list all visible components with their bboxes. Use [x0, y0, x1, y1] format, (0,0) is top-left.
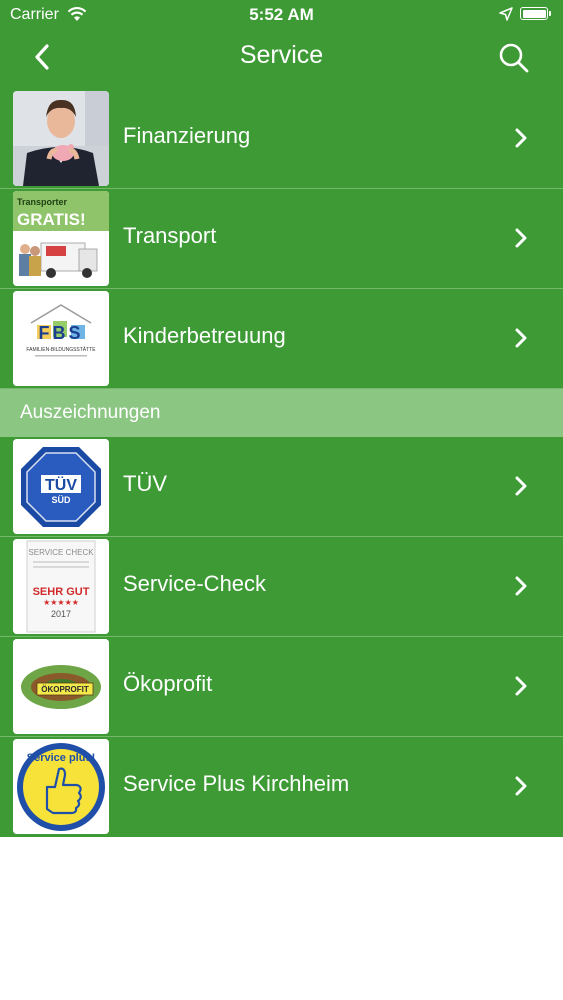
- list-item-label: Kinderbetreuung: [123, 323, 286, 348]
- list-item-label: Finanzierung: [123, 123, 251, 148]
- fbs-logo-thumbnail: FBS FAMILIEN-BILDUNGSSTÄTTE: [13, 291, 109, 386]
- chevron-right-icon: [515, 328, 527, 348]
- chevron-right-icon: [515, 776, 527, 796]
- fbs-subtitle: FAMILIEN-BILDUNGSSTÄTTE: [26, 346, 96, 353]
- service-check-image-text-3: 2017: [51, 609, 71, 619]
- location-arrow-icon: [499, 7, 513, 21]
- tuev-sued-logo: TÜV SÜD: [13, 439, 109, 534]
- transport-image-text-1: Transporter: [17, 197, 68, 207]
- list-item-label: Service-Check: [123, 571, 267, 596]
- chevron-right-icon: [515, 476, 527, 496]
- list-item-kinderbetreuung[interactable]: FBS FAMILIEN-BILDUNGSSTÄTTE Kinderbetreu…: [0, 289, 563, 389]
- tuev-image-text-1: TÜV: [45, 475, 77, 494]
- list-item-service-check[interactable]: SERVICE CHECK SEHR GUT ★★★★★ 2017 Servic…: [0, 537, 563, 637]
- nav-row: Service: [0, 30, 563, 89]
- list-item-service-plus[interactable]: Service plus! Service Plus Kirchheim: [0, 737, 563, 837]
- oekoprofit-logo: ÖKOPROFIT: [13, 639, 109, 734]
- list-item-label: Transport: [123, 223, 217, 248]
- chevron-right-icon: [515, 228, 527, 248]
- clock: 5:52 AM: [249, 5, 314, 24]
- list-item-transport[interactable]: Transporter GRATIS! Transport: [0, 189, 563, 289]
- navigation-bar: Carrier 5:52 AM Service: [0, 0, 563, 89]
- battery-icon: [520, 7, 551, 20]
- oekoprofit-image-text: ÖKOPROFIT: [41, 685, 89, 694]
- search-icon[interactable]: [496, 40, 532, 76]
- tuev-image-text-2: SÜD: [51, 495, 71, 505]
- section-header-auszeichnungen: Auszeichnungen: [0, 389, 563, 437]
- chevron-right-icon: [515, 128, 527, 148]
- service-plus-image-text: Service plus!: [27, 752, 95, 764]
- service-check-image-text-1: SERVICE CHECK: [28, 548, 94, 557]
- chevron-right-icon: [515, 576, 527, 596]
- list-item-finanzierung[interactable]: Finanzierung: [0, 89, 563, 189]
- list-item-tuev[interactable]: TÜV SÜD TÜV: [0, 437, 563, 537]
- transport-image-text-2: GRATIS!: [17, 210, 86, 229]
- service-list: Finanzierung Transporter GRATIS! Transpo…: [0, 89, 563, 837]
- list-item-label: Ökoprofit: [123, 671, 213, 696]
- page-title: Service: [239, 41, 324, 69]
- list-item-label: TÜV: [123, 471, 167, 496]
- chevron-right-icon: [515, 676, 527, 696]
- list-item-label: Service Plus Kirchheim: [123, 771, 350, 796]
- service-check-image-text-2: SEHR GUT: [33, 586, 90, 598]
- service-check-stars: ★★★★★: [43, 598, 79, 607]
- fbs-letters: FBS: [39, 323, 84, 343]
- finanzierung-thumbnail: [13, 91, 109, 186]
- transport-thumbnail: Transporter GRATIS!: [13, 191, 109, 286]
- list-item-oekoprofit[interactable]: ÖKOPROFIT Ökoprofit: [0, 637, 563, 737]
- status-bar: Carrier 5:52 AM: [0, 0, 563, 30]
- service-check-seal: SERVICE CHECK SEHR GUT ★★★★★ 2017: [13, 539, 109, 634]
- service-plus-badge: Service plus!: [13, 739, 109, 834]
